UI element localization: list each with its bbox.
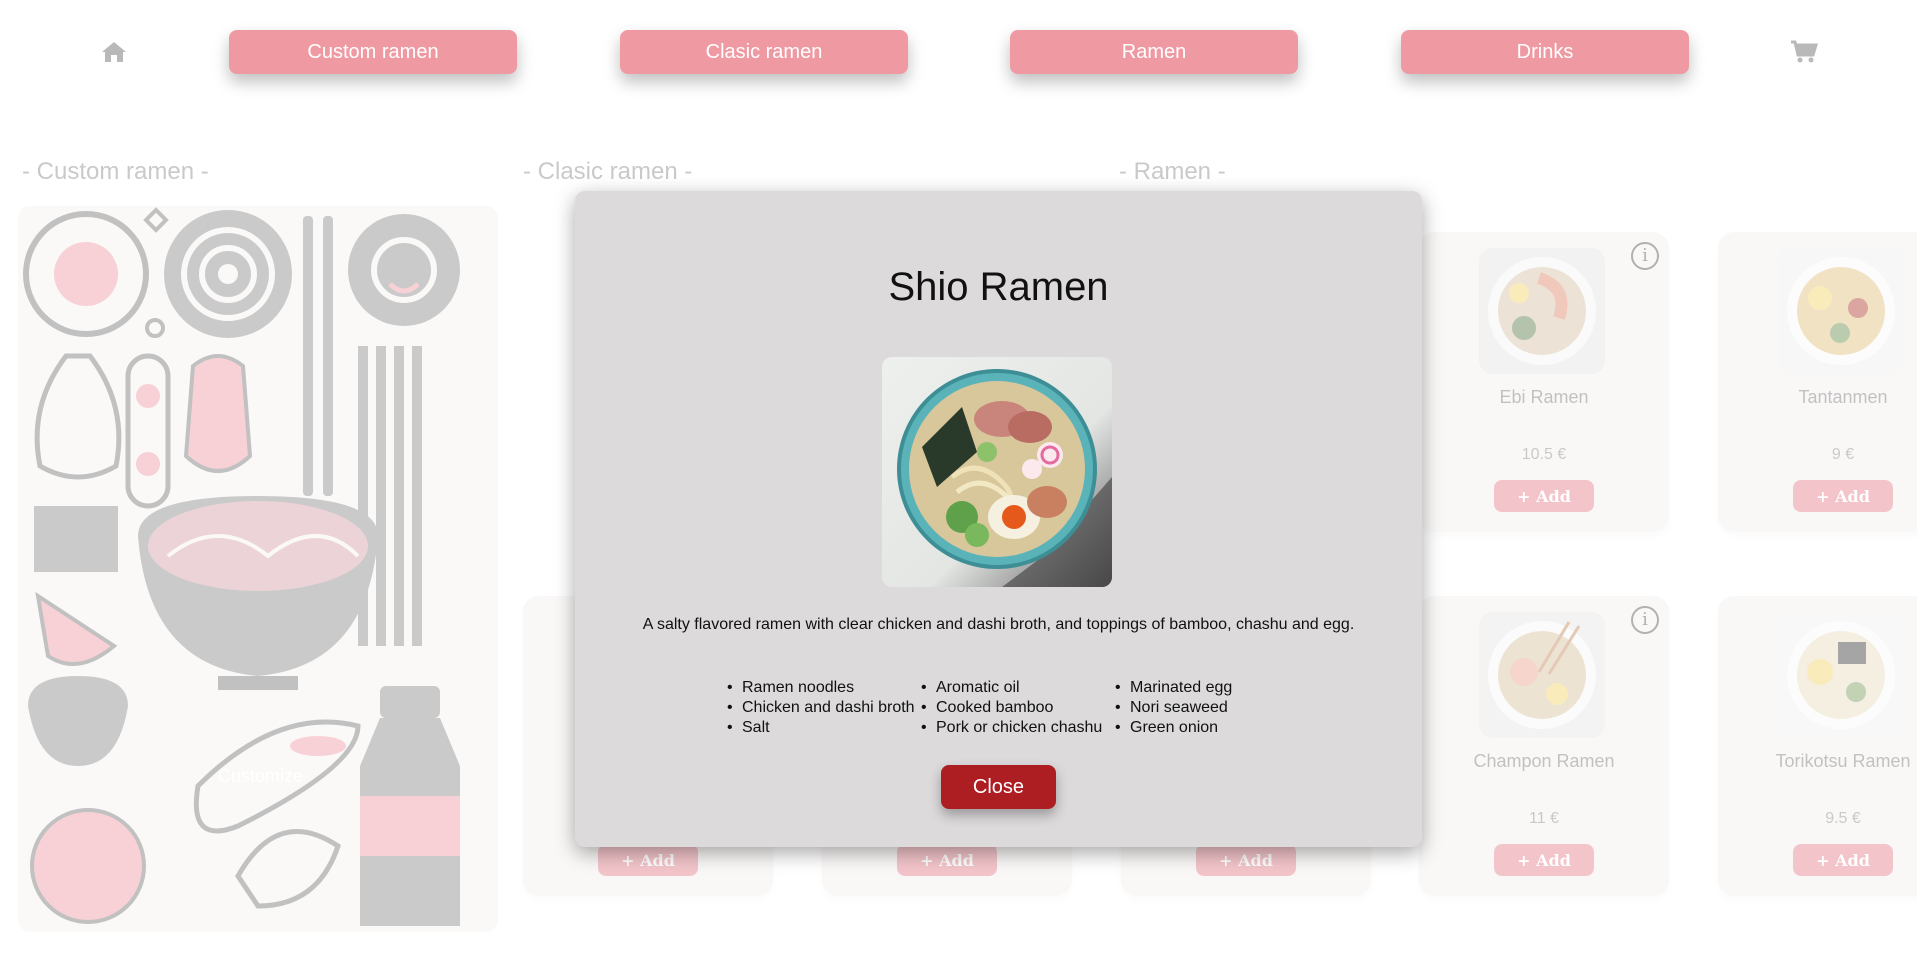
modal-description: A salty flavored ramen with clear chicke… bbox=[642, 616, 1355, 633]
product-detail-modal: Shio Ramen A salty flavored ramen with c… bbox=[575, 191, 1422, 847]
section-title-clasic: - Clasic ramen - bbox=[523, 158, 693, 185]
tantanmen-image bbox=[1778, 248, 1904, 374]
menu-card-ebi-ramen: i Ebi Ramen 10.5 € + Add bbox=[1419, 232, 1669, 532]
ingredient-item: Green onion bbox=[1115, 718, 1309, 738]
ingredient-item: Aromatic oil bbox=[921, 678, 1115, 698]
card-price: 11 € bbox=[1529, 810, 1559, 827]
ebi-ramen-image bbox=[1479, 248, 1605, 374]
add-button[interactable]: + Add bbox=[1793, 844, 1893, 876]
add-button[interactable]: + Add bbox=[598, 844, 698, 876]
ingredient-item: Ramen noodles bbox=[727, 678, 921, 698]
section-title-custom: - Custom ramen - bbox=[22, 158, 209, 185]
menu-card-torikotsu-ramen: i Torikotsu Ramen 9.5 € + Add bbox=[1718, 596, 1917, 896]
card-price: 9 € bbox=[1831, 446, 1855, 463]
card-name: Torikotsu Ramen bbox=[1775, 751, 1911, 771]
add-button[interactable]: + Add bbox=[1494, 844, 1594, 876]
section-title-ramen: - Ramen - bbox=[1119, 158, 1226, 185]
modal-title: Shio Ramen bbox=[888, 265, 1109, 309]
ingredient-item: Salt bbox=[727, 718, 921, 738]
ingredients-column: Ramen noodles Chicken and dashi broth Sa… bbox=[727, 678, 921, 738]
card-name: Ebi Ramen bbox=[1499, 387, 1589, 407]
custom-ramen-panel[interactable]: Customize bbox=[18, 206, 498, 932]
ingredient-item: Chicken and dashi broth bbox=[727, 698, 921, 718]
card-price: 9.5 € bbox=[1825, 810, 1861, 827]
torikotsu-ramen-image bbox=[1778, 612, 1904, 738]
page: Custom ramen Clasic ramen Ramen Drinks -… bbox=[0, 0, 1917, 963]
card-name: Tantanmen bbox=[1798, 387, 1888, 407]
add-button[interactable]: + Add bbox=[1196, 844, 1296, 876]
customize-label: Customize bbox=[218, 766, 304, 786]
ingredient-item: Pork or chicken chashu bbox=[921, 718, 1115, 738]
ingredients-column: Marinated egg Nori seaweed Green onion bbox=[1115, 678, 1309, 738]
ingredients-list: Ramen noodles Chicken and dashi broth Sa… bbox=[727, 678, 1309, 738]
add-button[interactable]: + Add bbox=[1494, 480, 1594, 512]
ramen-illustration bbox=[23, 207, 460, 926]
info-icon[interactable]: i bbox=[1631, 242, 1659, 270]
ingredient-item: Marinated egg bbox=[1115, 678, 1309, 698]
ingredient-item: Cooked bamboo bbox=[921, 698, 1115, 718]
shio-ramen-image bbox=[882, 357, 1112, 587]
menu-card-tantanmen: i Tantanmen 9 € + Add bbox=[1718, 232, 1917, 532]
card-name: Champon Ramen bbox=[1473, 751, 1615, 771]
card-price: 10.5 € bbox=[1521, 446, 1567, 463]
add-button[interactable]: + Add bbox=[1793, 480, 1893, 512]
info-icon[interactable]: i bbox=[1631, 606, 1659, 634]
champon-ramen-image bbox=[1479, 612, 1605, 738]
add-button[interactable]: + Add bbox=[897, 844, 997, 876]
ingredients-column: Aromatic oil Cooked bamboo Pork or chick… bbox=[921, 678, 1115, 738]
ingredient-item: Nori seaweed bbox=[1115, 698, 1309, 718]
close-button[interactable]: Close bbox=[941, 765, 1056, 809]
menu-card-champon-ramen: i Champon Ramen 11 € + Add bbox=[1419, 596, 1669, 896]
